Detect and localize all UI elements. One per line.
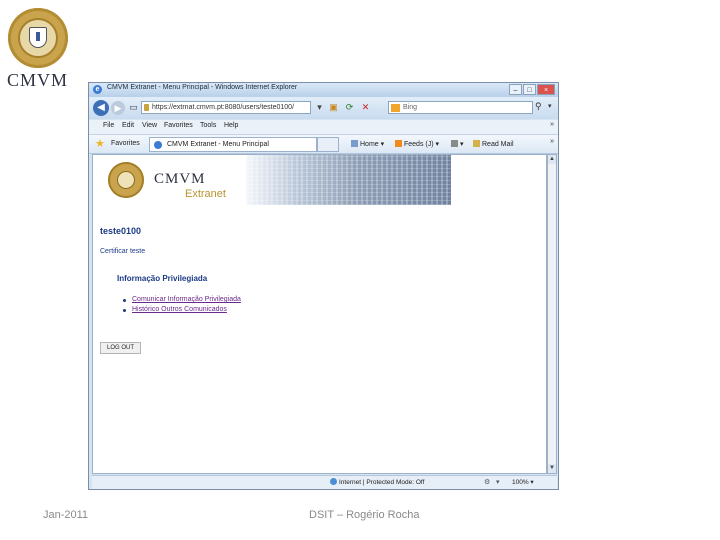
new-tab-button[interactable]	[317, 137, 339, 152]
tab-favicon-icon	[154, 141, 162, 149]
tab-cmvm-extranet[interactable]: CMVM Extranet - Menu Principal	[149, 137, 317, 152]
minimize-button[interactable]: –	[509, 84, 522, 95]
search-dropdown-icon[interactable]: ▾	[548, 102, 552, 110]
back-icon[interactable]: ◀	[93, 100, 109, 116]
home-label: Home	[360, 141, 379, 148]
feeds-icon	[395, 140, 402, 147]
feeds-button[interactable]: Feeds (J) ▾	[395, 140, 439, 148]
cmvm-seal-icon	[108, 162, 144, 198]
address-text: https://extrnat.cmvm.pt:8080/users/teste…	[152, 104, 295, 111]
tab-title: CMVM Extranet - Menu Principal	[167, 141, 269, 148]
search-placeholder: Bing	[403, 104, 418, 111]
lock-icon	[144, 104, 149, 111]
navigation-bar: ◀ ▶ ▭ https://extrnat.cmvm.pt:8080/users…	[89, 97, 558, 119]
search-input[interactable]: Bing	[388, 101, 533, 114]
link-historico[interactable]: Histórico Outros Comunicados	[123, 306, 241, 313]
menu-favorites[interactable]: Favorites	[164, 122, 193, 129]
browser-window: e CMVM Extranet - Menu Principal - Windo…	[88, 82, 559, 490]
feeds-label: Feeds (J)	[404, 141, 434, 148]
vertical-scrollbar[interactable]: ▲ ▼	[547, 154, 557, 474]
chevron-right-icon[interactable]: »	[550, 138, 554, 145]
logout-button[interactable]: LOG OUT	[100, 342, 141, 354]
footer-date: Jan-2011	[43, 509, 89, 521]
address-bar[interactable]: https://extrnat.cmvm.pt:8080/users/teste…	[141, 101, 311, 114]
extranet-banner: CMVM Extranet	[96, 155, 451, 205]
address-dropdown-icon[interactable]: ▾	[313, 101, 326, 114]
menu-bar: File Edit View Favorites Tools Help »	[89, 120, 558, 135]
zoom-text: 100%	[512, 479, 529, 486]
username-heading: teste0100	[100, 226, 142, 236]
window-title: CMVM Extranet - Menu Principal - Windows…	[107, 84, 298, 91]
page-viewport: CMVM Extranet teste0100 Certificar teste…	[92, 154, 547, 474]
status-bar: Internet | Protected Mode: Off ⚙ ▾ 100% …	[92, 475, 557, 489]
mail-icon	[473, 140, 480, 147]
certificate-link[interactable]: Certificar teste	[100, 248, 145, 255]
globe-icon	[330, 478, 337, 485]
security-zone: Internet | Protected Mode: Off	[330, 478, 424, 486]
banner-brand: CMVM	[154, 171, 206, 187]
scroll-up-icon[interactable]: ▲	[548, 155, 556, 164]
bing-icon	[391, 104, 400, 112]
chevron-right-icon[interactable]: »	[550, 121, 554, 128]
seal-shield	[29, 27, 47, 48]
banner-pattern	[246, 155, 451, 205]
maximize-button[interactable]: □	[523, 84, 536, 95]
menu-file[interactable]: File	[103, 122, 114, 129]
close-button[interactable]: ×	[537, 84, 555, 95]
star-icon[interactable]: ★	[95, 138, 105, 150]
zoom-dropdown-icon[interactable]: ▾	[496, 478, 500, 486]
window-controls: – □ ×	[509, 84, 555, 95]
privileged-info-links: Comunicar Informação Privilegiada Histór…	[123, 296, 241, 316]
menu-help[interactable]: Help	[224, 122, 238, 129]
page-icon: ▭	[129, 102, 138, 112]
zone-text: Internet | Protected Mode: Off	[339, 479, 425, 486]
stop-icon[interactable]: ✕	[359, 101, 372, 114]
scroll-down-icon[interactable]: ▼	[548, 464, 556, 473]
menu-edit[interactable]: Edit	[122, 122, 134, 129]
ie-icon: e	[93, 85, 102, 94]
footer-author: DSIT – Rogério Rocha	[309, 509, 420, 521]
favorites-bar: ★ Favorites CMVM Extranet - Menu Princip…	[89, 135, 558, 154]
banner-product: Extranet	[185, 188, 226, 200]
title-bar[interactable]: e CMVM Extranet - Menu Principal - Windo…	[89, 83, 558, 97]
search-icon[interactable]: ⚲	[535, 101, 542, 112]
print-icon	[451, 140, 458, 147]
favorites-button[interactable]: Favorites	[111, 140, 140, 147]
link-comunicar[interactable]: Comunicar Informação Privilegiada	[123, 296, 241, 303]
home-icon	[351, 140, 358, 147]
print-button[interactable]: ▾	[451, 140, 464, 148]
slide-logo-text: CMVM	[7, 70, 69, 90]
read-mail-label: Read Mail	[482, 141, 514, 148]
forward-icon[interactable]: ▶	[111, 101, 125, 115]
menu-tools[interactable]: Tools	[200, 122, 216, 129]
protected-mode-icon[interactable]: ⚙	[484, 478, 490, 486]
cmvm-seal-icon	[8, 8, 68, 68]
home-button[interactable]: Home ▾	[351, 140, 384, 148]
section-title: Informação Privilegiada	[117, 274, 208, 283]
refresh-icon[interactable]: ⟳	[343, 101, 356, 114]
zoom-level[interactable]: 100% ▾	[512, 478, 534, 486]
menu-view[interactable]: View	[142, 122, 157, 129]
read-mail-button[interactable]: Read Mail	[473, 140, 514, 148]
certificate-icon[interactable]: ▣	[327, 101, 340, 114]
